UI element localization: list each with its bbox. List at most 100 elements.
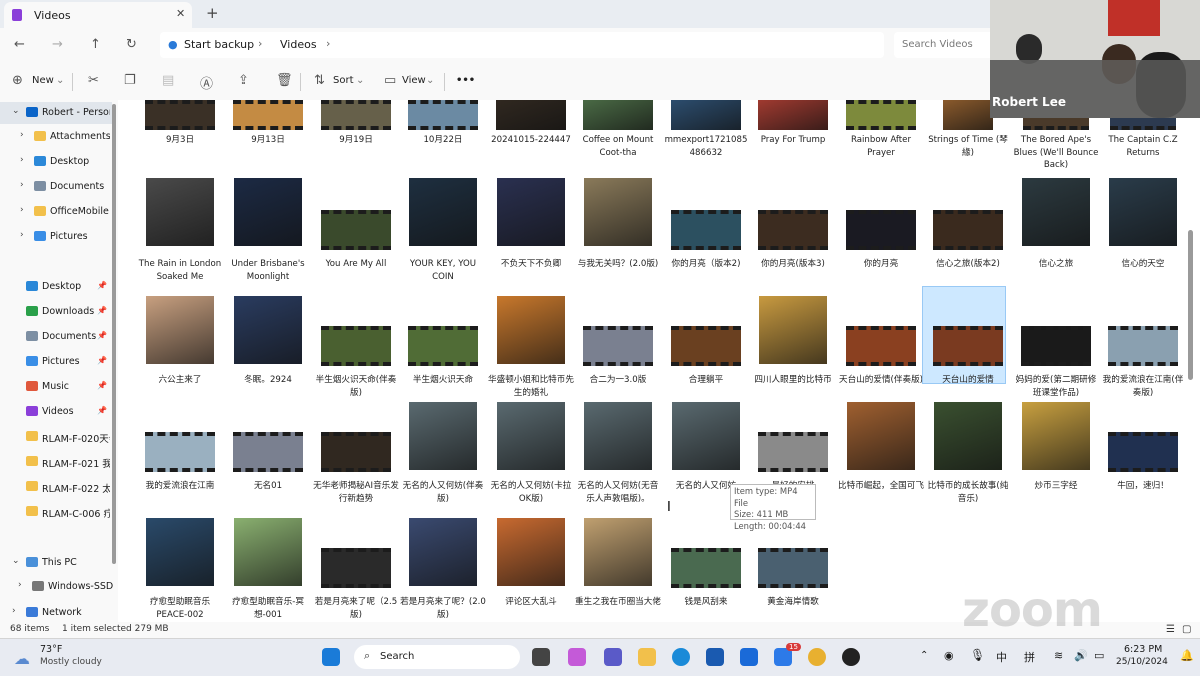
media-player-icon[interactable] [842, 648, 860, 666]
more-options-button[interactable]: ••• [456, 75, 475, 86]
clock-date[interactable]: 25/10/2024 [1116, 657, 1168, 667]
copilot-icon[interactable] [568, 648, 586, 666]
sidebar-quick-item[interactable]: Pictures 📌 [0, 351, 112, 373]
tab-videos[interactable]: Videos ✕ [4, 2, 192, 28]
new-tab-button[interactable]: + [206, 4, 219, 22]
sidebar-quick-item[interactable]: RLAM-F-020天会 [0, 426, 112, 448]
sidebar-quick-item[interactable]: RLAM-F-021 我的 [0, 451, 112, 473]
file-item[interactable]: 天台山的爱情 [928, 294, 1008, 404]
copy-icon[interactable]: ❐ [124, 73, 136, 88]
sidebar-quick-item[interactable]: Desktop 📌 [0, 276, 112, 298]
file-item[interactable]: You Are My All [316, 178, 396, 288]
edge-icon[interactable] [672, 648, 690, 666]
sidebar-item[interactable]: › Desktop [0, 151, 112, 173]
windows-start-icon[interactable] [322, 648, 340, 666]
file-item[interactable]: 四川人眼里的比特币 [753, 294, 833, 404]
sidebar-item[interactable]: › Attachments [0, 126, 112, 148]
sidebar-quick-item[interactable]: Downloads 📌 [0, 301, 112, 323]
tiles-view-icon[interactable]: ▢ [1182, 624, 1191, 635]
file-item[interactable]: 若是月亮来了呢（2.5版) [315, 516, 397, 622]
cut-icon[interactable]: ✂ [88, 73, 99, 88]
file-item[interactable]: 无名的人又何妨(无音乐人声敦唱版)。 [578, 400, 658, 510]
sidebar-item-windows-ssd[interactable]: › Windows-SSD [0, 576, 113, 598]
rename-icon[interactable]: Ⓐ [200, 73, 213, 92]
file-item[interactable]: 疗愈型助眠音乐-冥想-001 [228, 516, 308, 622]
sidebar-item-this-pc[interactable]: ⌄ This PC [0, 552, 112, 574]
location-icon[interactable]: ◉ [944, 649, 954, 662]
sidebar-scrollbar[interactable] [112, 104, 116, 564]
file-item[interactable]: 不负天下不负卿 [491, 178, 571, 288]
file-item[interactable]: 六公主来了 [140, 294, 220, 404]
file-item[interactable]: 合二为一3.0版 [578, 294, 658, 404]
teams-icon[interactable] [604, 648, 622, 666]
file-item[interactable]: 华盛顿小姐和比特币先生的婚礼 [488, 294, 574, 404]
store-icon[interactable] [706, 648, 724, 666]
sidebar-item[interactable]: › Documents [0, 176, 112, 198]
pin-icon[interactable]: 📌 [97, 331, 107, 340]
file-item[interactable]: 你的月亮 [841, 178, 921, 288]
taskbar-search[interactable]: ⌕ Search [354, 645, 520, 669]
sidebar-quick-item[interactable]: RLAM-C-006 疗 [0, 501, 112, 523]
view-button[interactable]: View [402, 75, 426, 86]
zoom-video-feed[interactable]: Robert Lee [990, 0, 1200, 118]
file-item[interactable]: 炒币三字经 [1016, 400, 1096, 510]
delete-icon[interactable]: 🗑 [276, 73, 293, 88]
sidebar-quick-item[interactable]: Documents 📌 [0, 326, 112, 348]
sidebar-item-network[interactable]: › Network [0, 602, 112, 624]
file-item[interactable]: Under Brisbane's Moonlight [228, 178, 308, 288]
ime-mode[interactable]: 中 [996, 649, 1007, 665]
file-item[interactable]: 你的月亮（版本2) [666, 178, 746, 288]
paste-icon[interactable]: ▤ [162, 73, 174, 88]
breadcrumb-start-backup[interactable]: Start backup [184, 38, 254, 51]
pin-icon[interactable]: 📌 [97, 356, 107, 365]
up-icon[interactable]: ↑ [90, 37, 101, 52]
file-item[interactable]: 天台山的爱情(伴奏版) [839, 294, 923, 404]
content-scrollbar[interactable] [1188, 230, 1193, 380]
pin-icon[interactable]: 📌 [97, 406, 107, 415]
file-item[interactable]: 冬眠。2924 [228, 294, 308, 404]
file-item[interactable]: 我的爱流浪在江南(伴奏版) [1103, 294, 1183, 404]
file-item[interactable]: 信心之旅(版本2) [928, 178, 1008, 288]
file-item[interactable]: 合理躺平 [666, 294, 746, 404]
details-view-icon[interactable]: ☰ [1166, 624, 1175, 635]
share-icon[interactable]: ⇪ [238, 73, 249, 88]
search-input[interactable]: Search Videos [894, 32, 994, 58]
sidebar-quick-item[interactable]: RLAM-F-022 太和 [0, 476, 112, 498]
wifi-icon[interactable]: ≋ [1054, 649, 1063, 662]
chevron-right-icon[interactable]: › [20, 180, 24, 190]
file-item[interactable]: 牛回，速归！ [1103, 400, 1183, 510]
close-icon[interactable]: ✕ [176, 7, 185, 20]
file-item[interactable]: 若是月亮来了呢？(2.0版) [400, 516, 486, 622]
chrome-icon[interactable] [808, 648, 826, 666]
pin-icon[interactable]: 📌 [97, 306, 107, 315]
sidebar-quick-item[interactable]: Music 📌 [0, 376, 112, 398]
breadcrumb-videos[interactable]: Videos [280, 38, 317, 51]
file-item[interactable]: YOUR KEY, YOU COIN [403, 178, 483, 288]
chevron-up-icon[interactable]: ⌃ [920, 650, 928, 661]
chevron-down-icon[interactable]: ⌄ [12, 106, 20, 116]
chevron-right-icon[interactable]: › [20, 130, 24, 140]
ime-pinyin[interactable]: 拼 [1024, 649, 1035, 665]
file-item[interactable]: 比特币崛起，全国可飞 [838, 400, 924, 510]
notification-bell-icon[interactable]: 🔔 [1180, 649, 1194, 662]
file-item[interactable]: 无名的人又何妨(卡拉OK版) [491, 400, 571, 510]
sort-button[interactable]: Sort [333, 75, 354, 86]
file-item[interactable]: 信心的天空 [1103, 178, 1183, 288]
chevron-right-icon[interactable]: › [20, 155, 24, 165]
file-item[interactable]: 我的爱流浪在江南 [140, 400, 220, 510]
microphone-icon[interactable]: 🎙 [970, 648, 985, 662]
sidebar-item[interactable]: › Pictures [0, 226, 112, 248]
file-item[interactable]: 妈妈的爱(第二期研修班课堂作品) [1016, 294, 1096, 404]
sidebar-quick-item[interactable]: Videos 📌 [0, 401, 112, 423]
file-item[interactable]: 比特币的成长故事(纯音乐) [928, 400, 1008, 510]
new-button[interactable]: New [32, 75, 54, 86]
file-item[interactable]: The Rain in London Soaked Me [139, 178, 221, 288]
file-item[interactable]: 半生烟火识天命(伴奏版) [316, 294, 396, 404]
mail-icon[interactable] [740, 648, 758, 666]
file-item[interactable]: 疗愈型助眠音乐PEACE-002 [140, 516, 220, 622]
chevron-right-icon[interactable]: › [20, 205, 24, 215]
file-item[interactable]: 信心之旅 [1016, 178, 1096, 288]
back-icon[interactable]: ← [14, 37, 25, 52]
chevron-right-icon[interactable]: › [20, 230, 24, 240]
battery-icon[interactable]: ▭ [1094, 649, 1104, 662]
